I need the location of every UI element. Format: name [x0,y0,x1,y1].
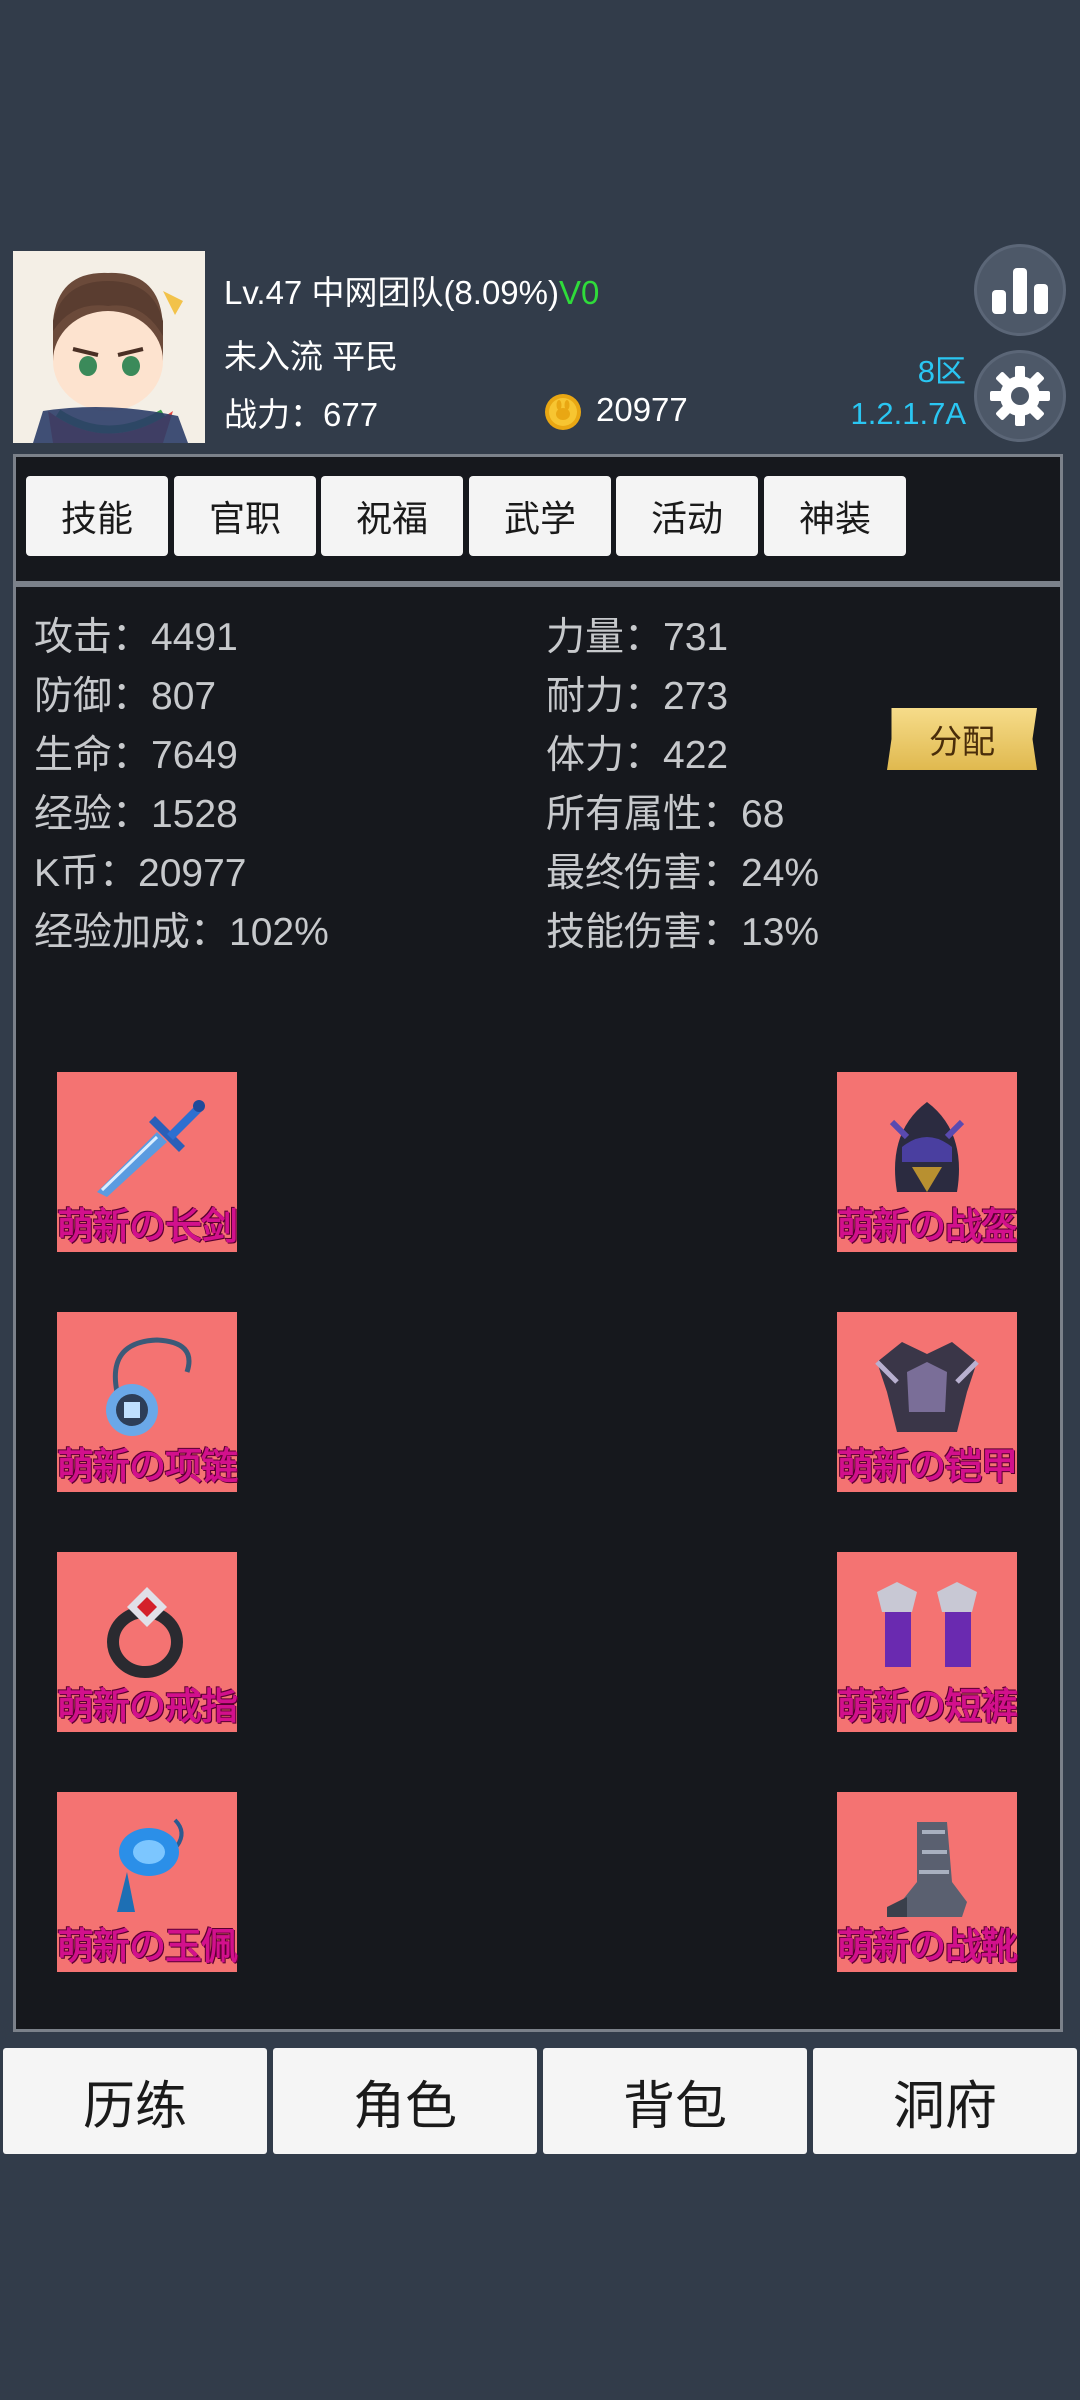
jade-pendant-icon [117,1818,184,1912]
equip-name: 萌新の玉佩 [57,1926,238,1967]
stat-defense: 防御：807 [34,675,217,718]
coin-icon [544,393,582,431]
equip-name: 萌新の铠甲 [837,1446,1018,1487]
equip-slot-helmet[interactable]: 萌新の战盔 [837,1072,1018,1252]
stat-experience: 经验：1528 [34,793,238,836]
stat-attack: 攻击：4491 [34,616,238,659]
tab-official-rank[interactable]: 官职 [174,476,316,556]
tab-skills[interactable]: 技能 [26,476,168,556]
stat-all-attributes: 所有属性：68 [546,793,785,836]
helmet-icon [889,1102,965,1192]
nav-character[interactable]: 角色 [273,2048,537,2154]
nav-training[interactable]: 历练 [3,2048,267,2154]
assign-button[interactable]: 分配 [887,708,1037,770]
tab-divine-gear[interactable]: 神装 [764,476,906,556]
equip-name: 萌新の战盔 [837,1206,1018,1247]
coin-amount: 20977 [596,391,688,428]
equip-slot-sword[interactable]: 萌新の长剑 [57,1072,238,1252]
equip-name: 萌新の战靴 [837,1926,1018,1967]
equip-slot-necklace[interactable]: 萌新の项链 [57,1312,238,1492]
equip-slot-ring[interactable]: 萌新の戒指 [57,1552,238,1732]
nav-cave-dwelling[interactable]: 洞府 [813,2048,1077,2154]
equip-name: 萌新の戒指 [57,1686,238,1727]
stat-endurance: 耐力：273 [546,675,729,718]
nav-backpack[interactable]: 背包 [543,2048,807,2154]
tab-martial-arts[interactable]: 武学 [469,476,611,556]
armor-icon [875,1342,979,1432]
gear-icon [990,366,1050,426]
tab-activities[interactable]: 活动 [616,476,758,556]
settings-button[interactable] [974,350,1066,442]
necklace-icon [106,1337,192,1436]
ring-icon [107,1587,183,1678]
boots-icon [887,1822,967,1917]
equip-slot-boots[interactable]: 萌新の战靴 [837,1792,1018,1972]
level-text: Lv.47 中网团队(8.09%) [224,274,559,311]
equip-name: 萌新の长剑 [57,1206,238,1247]
equip-slot-armor[interactable]: 萌新の铠甲 [837,1312,1018,1492]
power-text: 战力：677 [224,396,379,433]
bar-chart-icon [992,268,1048,314]
bracers-icon [877,1582,977,1667]
stat-k-coins: K币：20977 [34,852,247,895]
rank-line: 未入流 平民 [224,338,399,375]
player-avatar[interactable] [13,251,205,443]
stat-stamina: 体力：422 [546,734,729,777]
version-text: 1.2.1.7A [850,396,966,431]
stat-final-damage: 最终伤害：24% [546,852,820,895]
equip-slot-shorts[interactable]: 萌新の短裤 [837,1552,1018,1732]
equip-slot-jade-pendant[interactable]: 萌新の玉佩 [57,1792,238,1972]
stat-strength: 力量：731 [546,616,729,659]
sword-icon [97,1100,205,1197]
tab-blessing[interactable]: 祝福 [321,476,463,556]
stat-life: 生命：7649 [34,734,238,777]
vip-badge: V0 [559,274,600,311]
server-zone: 8区 [917,354,966,389]
ranking-button[interactable] [974,244,1066,336]
equip-name: 萌新の短裤 [837,1686,1018,1727]
stat-skill-damage: 技能伤害：13% [546,911,820,954]
level-line: Lv.47 中网团队(8.09%)V0 [224,266,599,314]
equip-name: 萌新の项链 [57,1446,238,1487]
stat-exp-bonus: 经验加成：102% [34,911,329,954]
